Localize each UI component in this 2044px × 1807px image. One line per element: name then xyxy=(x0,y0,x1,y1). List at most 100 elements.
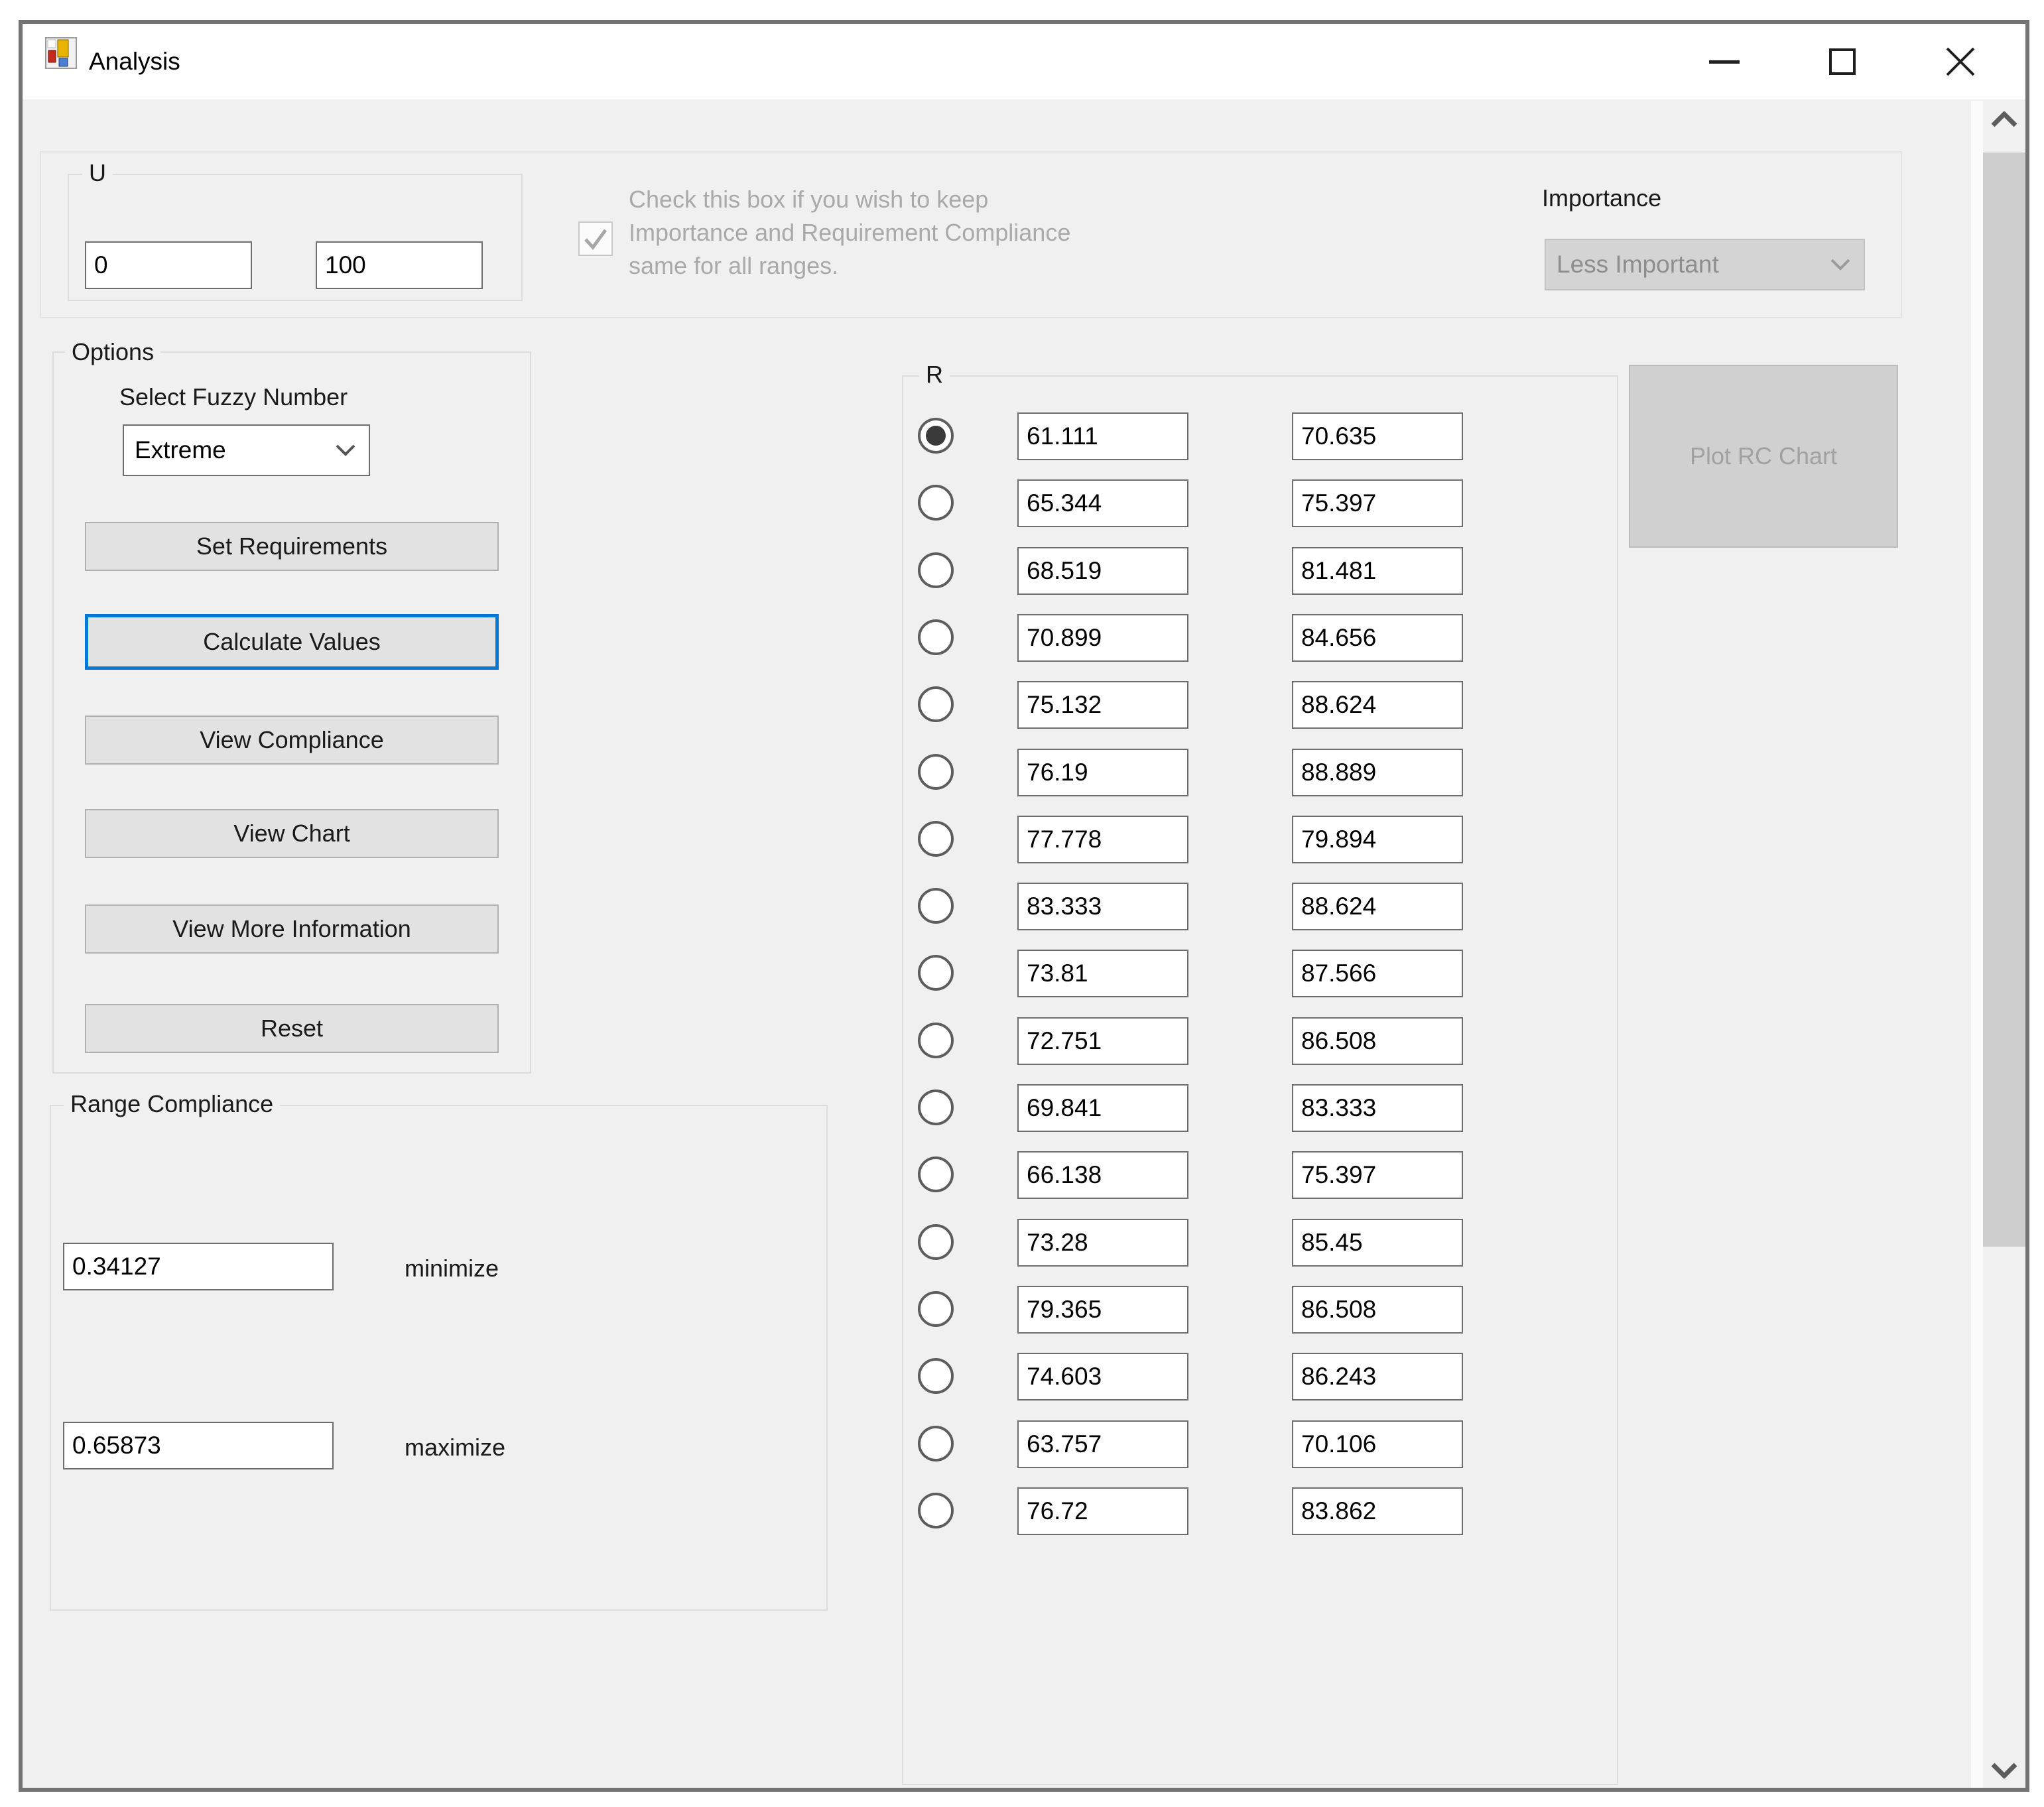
scrollbar-thumb[interactable] xyxy=(1983,153,2025,1247)
options-group-label: Options xyxy=(65,338,160,366)
importance-label: Importance xyxy=(1542,184,1661,212)
r-upper-input[interactable]: 86.243 xyxy=(1292,1353,1463,1401)
r-lower-input[interactable]: 76.19 xyxy=(1017,749,1188,796)
set-requirements-button[interactable]: Set Requirements xyxy=(85,522,499,571)
r-row: 66.138 75.397 xyxy=(903,1151,1617,1199)
r-lower-input[interactable]: 72.751 xyxy=(1017,1017,1188,1065)
r-group-label: R xyxy=(919,361,950,389)
importance-dropdown[interactable]: Less Important xyxy=(1545,239,1865,290)
r-row: 75.132 88.624 xyxy=(903,681,1617,729)
chevron-down-icon xyxy=(336,444,355,456)
r-upper-input[interactable]: 86.508 xyxy=(1292,1286,1463,1334)
r-row: 76.72 83.862 xyxy=(903,1487,1617,1535)
chevron-down-icon xyxy=(1830,259,1850,271)
u-group-label: U xyxy=(82,159,113,187)
range-compliance-maximize-input[interactable]: 0.65873 xyxy=(63,1422,334,1469)
r-upper-input[interactable]: 83.333 xyxy=(1292,1084,1463,1132)
maximize-label: maximize xyxy=(405,1434,505,1462)
plot-rc-chart-button[interactable]: Plot RC Chart xyxy=(1629,365,1898,548)
select-fuzzy-number-label: Select Fuzzy Number xyxy=(119,383,348,411)
r-lower-input[interactable]: 69.841 xyxy=(1017,1084,1188,1132)
r-radio[interactable] xyxy=(918,1224,954,1260)
view-chart-button[interactable]: View Chart xyxy=(85,809,499,858)
vertical-scrollbar[interactable] xyxy=(1983,101,2025,1788)
r-lower-input[interactable]: 73.28 xyxy=(1017,1219,1188,1267)
r-radio[interactable] xyxy=(918,754,954,790)
scroll-up-icon[interactable] xyxy=(1991,111,2017,127)
r-lower-input[interactable]: 79.365 xyxy=(1017,1286,1188,1334)
maximize-button[interactable] xyxy=(1803,24,1882,99)
r-radio[interactable] xyxy=(918,1291,954,1327)
r-lower-input[interactable]: 61.111 xyxy=(1017,412,1188,460)
r-radio[interactable] xyxy=(918,1156,954,1192)
r-lower-input[interactable]: 74.603 xyxy=(1017,1353,1188,1401)
r-radio[interactable] xyxy=(918,1358,954,1394)
checkbox-label-line: Importance and Requirement Compliance xyxy=(629,216,1070,249)
r-upper-input[interactable]: 75.397 xyxy=(1292,479,1463,527)
app-icon xyxy=(45,37,77,69)
r-upper-input[interactable]: 84.656 xyxy=(1292,614,1463,662)
r-upper-input[interactable]: 70.106 xyxy=(1292,1420,1463,1468)
u-max-input[interactable]: 100 xyxy=(316,241,483,289)
r-lower-input[interactable]: 83.333 xyxy=(1017,883,1188,930)
scroll-down-icon[interactable] xyxy=(1991,1763,2017,1778)
fuzzy-number-dropdown[interactable]: Extreme xyxy=(123,424,370,476)
r-lower-input[interactable]: 65.344 xyxy=(1017,479,1188,527)
fuzzy-number-dropdown-value: Extreme xyxy=(135,436,226,464)
r-row: 79.365 86.508 xyxy=(903,1286,1617,1334)
r-row: 72.751 86.508 xyxy=(903,1017,1617,1065)
r-lower-input[interactable]: 66.138 xyxy=(1017,1151,1188,1199)
r-radio[interactable] xyxy=(918,888,954,924)
view-more-information-button[interactable]: View More Information xyxy=(85,904,499,954)
checkbox-label-line: Check this box if you wish to keep xyxy=(629,183,1070,216)
r-lower-input[interactable]: 75.132 xyxy=(1017,681,1188,729)
r-radio-selected[interactable] xyxy=(918,418,954,454)
r-upper-input[interactable]: 83.862 xyxy=(1292,1487,1463,1535)
r-upper-input[interactable]: 86.508 xyxy=(1292,1017,1463,1065)
r-row: 69.841 83.333 xyxy=(903,1084,1617,1132)
r-radio[interactable] xyxy=(918,1493,954,1528)
r-lower-input[interactable]: 68.519 xyxy=(1017,547,1188,595)
view-compliance-button[interactable]: View Compliance xyxy=(85,716,499,765)
r-upper-input[interactable]: 88.624 xyxy=(1292,681,1463,729)
r-radio[interactable] xyxy=(918,955,954,991)
r-upper-input[interactable]: 79.894 xyxy=(1292,816,1463,863)
r-radio[interactable] xyxy=(918,619,954,655)
r-lower-input[interactable]: 77.778 xyxy=(1017,816,1188,863)
r-radio[interactable] xyxy=(918,1090,954,1125)
r-upper-input[interactable]: 87.566 xyxy=(1292,950,1463,997)
r-upper-input[interactable]: 85.45 xyxy=(1292,1219,1463,1267)
checkmark-icon xyxy=(580,223,611,255)
r-radio[interactable] xyxy=(918,485,954,521)
r-row: 83.333 88.624 xyxy=(903,883,1617,930)
range-compliance-group-label: Range Compliance xyxy=(64,1090,280,1118)
reset-button[interactable]: Reset xyxy=(85,1004,499,1053)
r-upper-input[interactable]: 70.635 xyxy=(1292,412,1463,460)
keep-same-checkbox[interactable] xyxy=(578,221,613,256)
importance-dropdown-value: Less Important xyxy=(1557,251,1719,279)
r-upper-input[interactable]: 88.624 xyxy=(1292,883,1463,930)
r-radio[interactable] xyxy=(918,1023,954,1058)
range-compliance-minimize-input[interactable]: 0.34127 xyxy=(63,1243,334,1290)
r-radio[interactable] xyxy=(918,1426,954,1462)
r-row: 63.757 70.106 xyxy=(903,1420,1617,1468)
r-upper-input[interactable]: 81.481 xyxy=(1292,547,1463,595)
u-min-input[interactable]: 0 xyxy=(85,241,252,289)
r-radio[interactable] xyxy=(918,821,954,857)
r-row: 73.28 85.45 xyxy=(903,1219,1617,1267)
window-title: Analysis xyxy=(89,24,180,99)
calculate-values-button[interactable]: Calculate Values xyxy=(85,614,499,670)
r-lower-input[interactable]: 73.81 xyxy=(1017,950,1188,997)
r-radio[interactable] xyxy=(918,552,954,588)
r-lower-input[interactable]: 63.757 xyxy=(1017,1420,1188,1468)
r-row: 77.778 79.894 xyxy=(903,816,1617,863)
r-row: 73.81 87.566 xyxy=(903,950,1617,997)
r-upper-input[interactable]: 88.889 xyxy=(1292,749,1463,796)
r-upper-input[interactable]: 75.397 xyxy=(1292,1151,1463,1199)
r-radio[interactable] xyxy=(918,686,954,722)
checkbox-label-line: same for all ranges. xyxy=(629,249,1070,282)
close-button[interactable] xyxy=(1921,24,2000,99)
r-lower-input[interactable]: 76.72 xyxy=(1017,1487,1188,1535)
minimize-button[interactable] xyxy=(1685,24,1764,99)
r-lower-input[interactable]: 70.899 xyxy=(1017,614,1188,662)
